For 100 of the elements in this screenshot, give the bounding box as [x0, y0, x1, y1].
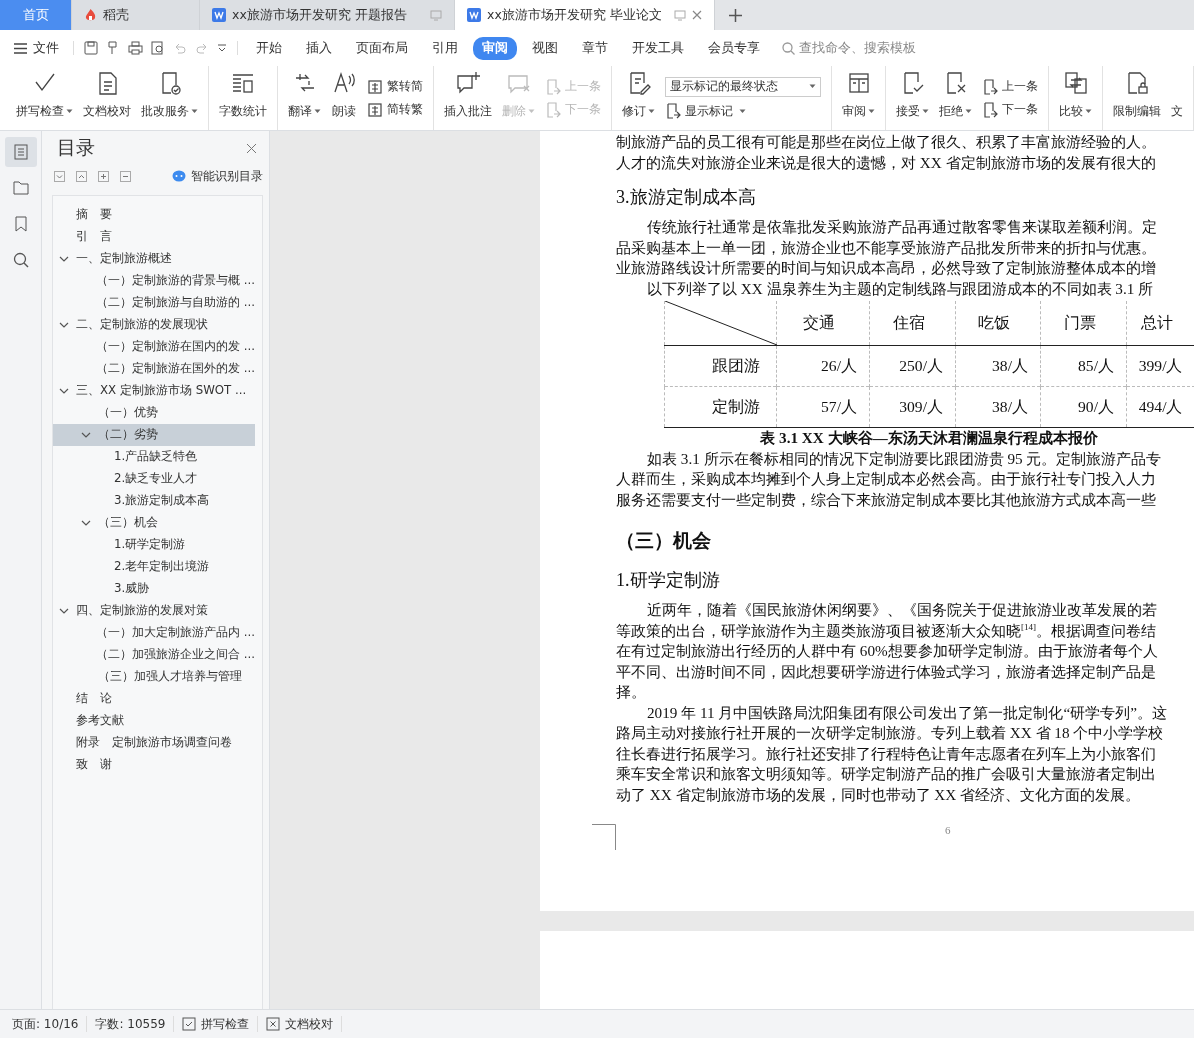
expand-all-icon[interactable]	[76, 170, 87, 182]
plus-icon[interactable]	[728, 8, 742, 22]
ribbon-tab[interactable]: 页面布局	[347, 36, 417, 60]
print-icon[interactable]	[128, 41, 143, 55]
outline-item[interactable]: 3.威胁	[53, 578, 255, 600]
outline-item[interactable]: 四、定制旅游的发展对策	[53, 600, 255, 622]
outline-item[interactable]: 1.研学定制游	[53, 534, 255, 556]
outline-item[interactable]: （一）优势	[53, 402, 255, 424]
ribbon-tab[interactable]: 插入	[297, 36, 341, 60]
outline-item[interactable]: （二）加强旅游企业之间合 ...	[53, 644, 255, 666]
outline-item[interactable]: 引 言	[53, 226, 255, 248]
table-cell: 26/人	[776, 345, 870, 387]
toolbar-button[interactable]: 比较	[1055, 66, 1096, 130]
outline-item[interactable]: （二）劣势	[53, 424, 255, 446]
outline-item[interactable]: 结 论	[53, 688, 255, 710]
document-icon	[665, 103, 681, 119]
proofread-button[interactable]: 文档校对	[258, 1016, 343, 1032]
save-icon[interactable]	[84, 41, 98, 55]
column-header: 吃饭	[955, 301, 1041, 346]
close-icon[interactable]	[691, 10, 702, 20]
toolbar-button[interactable]: 下一条	[982, 101, 1038, 118]
outline-item[interactable]: （一）定制旅游的背景与概 ...	[53, 270, 255, 292]
outline-item[interactable]: 一、定制旅游概述	[53, 248, 255, 270]
close-icon[interactable]	[246, 142, 257, 154]
spell-check-button[interactable]: 拼写检查	[174, 1016, 259, 1032]
toolbar-button[interactable]: 简转繁	[367, 101, 423, 118]
cloud-icon	[172, 170, 186, 182]
outline-item[interactable]: （三）加强人才培养与管理	[53, 666, 255, 688]
toolbar-button[interactable]: 繁转简	[367, 78, 423, 95]
toolbar-button[interactable]: 拒绝	[935, 66, 976, 130]
outline-item[interactable]: 附录 定制旅游市场调查问卷	[53, 732, 255, 754]
paragraph: 近两年，随着《国民旅游休闲纲要》、《国务院关于促进旅游业改革发展的若 等政策的出台，研学旅游作为主题类旅游项目被逐渐大众知晓$^{[14]}$。根据调查问卷结 在有过定制旅游出行经历的人群中有 60%想要参加研学定制游。由于旅游者每个人 平不同、出游时间不同，因此想要研学游进行体验式学习，旅游者选择定制产品是 择。	[616, 600, 1159, 702]
chevron-icon[interactable]	[81, 430, 91, 440]
table-cell: 309/人	[869, 386, 956, 428]
markup-dropdown[interactable]: 显示标记的最终状态	[665, 76, 821, 97]
ribbon-tab[interactable]: 视图	[523, 36, 567, 60]
outline-item[interactable]: 致 谢	[53, 754, 255, 776]
chevron-icon[interactable]	[59, 320, 69, 330]
document-tab[interactable]: 稻壳	[72, 0, 200, 30]
subsection-heading: 3.旅游定制成本高	[616, 186, 757, 209]
collapse-all-icon[interactable]	[54, 170, 65, 182]
document-arrow-icon	[545, 78, 561, 95]
toolbar-button[interactable]: 修订	[618, 66, 659, 130]
toolbar-button[interactable]: 接受	[892, 66, 933, 130]
chevron-icon[interactable]	[59, 254, 69, 264]
outline-item[interactable]: 参考文献	[53, 710, 255, 732]
x-box-icon	[266, 1017, 281, 1031]
smart-toc-button[interactable]: 智能识别目录	[172, 167, 263, 185]
toolbar-button[interactable]: 审阅	[838, 66, 879, 130]
outline-item[interactable]: （一）加大定制旅游产品内 ...	[53, 622, 255, 644]
toolbar-button[interactable]: 显示标记	[665, 102, 821, 120]
outline-item[interactable]: （二）定制旅游与自助游的 ...	[53, 292, 255, 314]
ribbon-tab[interactable]: 开始	[247, 36, 291, 60]
toolbar-button[interactable]: 文档校对	[79, 66, 135, 130]
chevron-icon[interactable]	[81, 518, 91, 528]
outline-item[interactable]: 摘 要	[53, 204, 255, 226]
corner-mark	[592, 824, 616, 850]
search-field[interactable]: 查找命令、搜索模板	[782, 39, 916, 57]
paragraph: 传统旅行社通常是依靠批发采购旅游产品再通过散客零售来谋取差额利润。定 品采购基本上一单一团，旅游企业也不能享受旅游产品批发所带来的折扣与优惠。 业旅游路线设计所需要的时间与知识成本高昂，必然导致了定制旅游整体成本的增	[616, 217, 1158, 278]
table-caption: 表 3.1 XX 大峡谷—东汤天沐君澜温泉行程成本报价	[759, 428, 1099, 448]
toolbar-button[interactable]: 朗读	[327, 66, 361, 130]
file-menu[interactable]: 文件	[14, 39, 59, 57]
brush-icon[interactable]	[106, 41, 120, 55]
toolbar-button[interactable]: 插入批注	[440, 66, 496, 130]
toolbar-button[interactable]: 翻译	[284, 66, 325, 130]
outline-item[interactable]: （三）机会	[53, 512, 255, 534]
document-arrow-icon	[982, 101, 998, 118]
list-icon	[11, 143, 30, 161]
outline-item[interactable]: （一）定制旅游在国内的发 ...	[53, 336, 255, 358]
plus-icon[interactable]	[98, 170, 109, 182]
toolbar-button[interactable]: 拼写检查	[12, 66, 77, 130]
sidebar-tab[interactable]	[4, 137, 37, 167]
outline-item[interactable]: 3.旅游定制成本高	[53, 490, 255, 512]
chevron-icon[interactable]	[59, 606, 69, 616]
ribbon-tab[interactable]: 章节	[573, 36, 617, 60]
toolbar-button[interactable]: 限制编辑	[1109, 66, 1165, 130]
minus-icon[interactable]	[120, 170, 131, 182]
toolbar-button[interactable]: 批改服务	[137, 66, 202, 130]
column-header: 住宿	[869, 301, 956, 346]
caret-icon	[66, 109, 73, 114]
outline-item[interactable]: 1.产品缺乏特色	[53, 446, 255, 468]
toolbar-button[interactable]: 文	[1167, 66, 1187, 130]
menu-icon	[14, 42, 27, 54]
toolbar-button[interactable]: 上一条	[982, 78, 1038, 95]
toolbar-button[interactable]: 字数统计	[215, 66, 271, 130]
ribbon-tab[interactable]: 会员专享	[699, 36, 769, 60]
document-tab[interactable]: xx旅游市场开发研究 开题报告	[200, 0, 455, 30]
outline-item[interactable]: （二）定制旅游在国外的发 ...	[53, 358, 255, 380]
chevron-icon[interactable]	[59, 386, 69, 396]
outline-item[interactable]: 二、定制旅游的发展现状	[53, 314, 255, 336]
document-tab[interactable]: xx旅游市场开发研究 毕业论文	[455, 0, 715, 30]
outline-item[interactable]: 2.缺乏专业人才	[53, 468, 255, 490]
outline-item[interactable]: 三、XX 定制旅游市场 SWOT ...	[53, 380, 255, 402]
preview-icon[interactable]	[151, 41, 165, 55]
ribbon-tab[interactable]: 开发工具	[623, 36, 693, 60]
more-icon[interactable]	[217, 43, 227, 53]
outline-item[interactable]: 2.老年定制出境游	[53, 556, 255, 578]
column-header: 总计	[1126, 301, 1194, 346]
ribbon-tab[interactable]: 引用	[423, 36, 467, 60]
ribbon-tab[interactable]: 审阅	[473, 36, 517, 60]
